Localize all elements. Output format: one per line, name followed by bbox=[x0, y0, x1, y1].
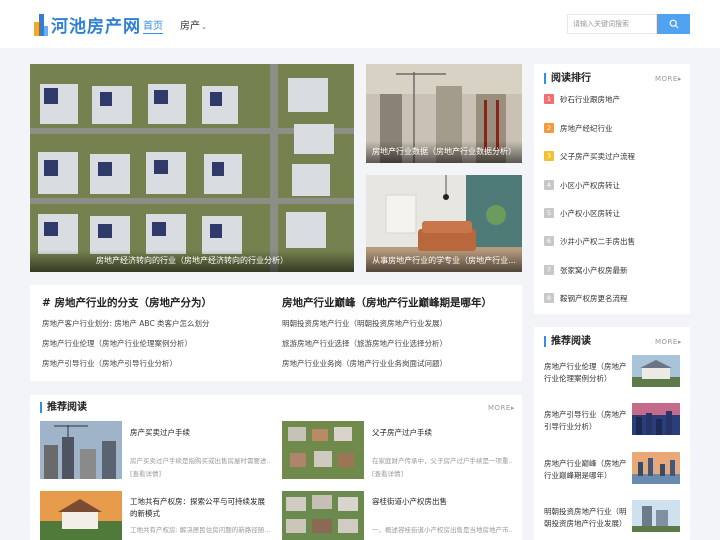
featured-desc-3: 工地共有产权房: 解决居民住房问题的新路径随... bbox=[130, 526, 270, 534]
chevron-right-icon: ▸ bbox=[510, 404, 515, 412]
featured-desc-4: 一、概述容桂街道小产权房出售是当地房地产市... bbox=[372, 526, 512, 534]
featured-title-4[interactable]: 容桂街道小产权房出售 bbox=[372, 496, 512, 508]
ranking-more-link[interactable]: MORE▸ bbox=[655, 75, 682, 83]
nav-realty-label: 房产 bbox=[180, 21, 200, 32]
rank-label: 小产权小区房转让 bbox=[560, 208, 620, 218]
recommend-item-label[interactable]: 房地产行业巅峰（房地产行业巅峰期是哪年） bbox=[544, 458, 630, 482]
ranking-item[interactable]: 8 鞍钢产权房更名流程 bbox=[544, 292, 628, 304]
rank-number: 8 bbox=[544, 293, 554, 303]
ranking-item[interactable]: 2 房地产经纪行业 bbox=[544, 122, 613, 134]
rank-label: 张家窝小产权房最新 bbox=[560, 265, 628, 275]
recommend-thumb-3[interactable] bbox=[632, 452, 680, 484]
right-column-item[interactable]: 旅游房地产行业选择（旅游房地产行业选择分析） bbox=[282, 338, 447, 349]
featured-image-house-sunset bbox=[40, 491, 122, 540]
hero-main-caption: 房地产经济转向的行业（房地产经济转向的行业分析） bbox=[30, 250, 354, 272]
site-header: 河池房产网 首页 房产⌄ bbox=[0, 0, 720, 48]
featured-image-neighborhood bbox=[282, 491, 364, 540]
recommend-thumb-1[interactable] bbox=[632, 355, 680, 387]
recommend-title: 推荐阅读 bbox=[544, 336, 591, 347]
ranking-title: 阅读排行 bbox=[544, 73, 591, 84]
ranking-item[interactable]: 5 小产权小区房转让 bbox=[544, 207, 620, 219]
logo-building-icon bbox=[34, 13, 48, 36]
featured-image-aerial-homes bbox=[282, 421, 364, 479]
featured-title-2[interactable]: 父子房产过户手续 bbox=[372, 427, 512, 439]
left-column-item[interactable]: 房地产行业伦理（房地产行业伦理案例分析） bbox=[42, 338, 192, 349]
nav-realty[interactable]: 房产⌄ bbox=[180, 17, 207, 32]
rank-label: 鞍钢产权房更名流程 bbox=[560, 293, 628, 303]
ranking-item[interactable]: 7 张家窝小产权房最新 bbox=[544, 264, 628, 276]
hero-main-slide[interactable]: 房地产经济转向的行业（房地产经济转向的行业分析） bbox=[30, 64, 354, 272]
recommend-image-city-night bbox=[632, 403, 680, 435]
rank-number: 5 bbox=[544, 208, 554, 218]
left-column-item[interactable]: 房地产引导行业（房地产引导行业分析） bbox=[42, 358, 177, 369]
rank-number: 3 bbox=[544, 151, 554, 161]
nav-home[interactable]: 首页 bbox=[143, 17, 163, 34]
rank-label: 小区小产权房转让 bbox=[560, 180, 620, 190]
featured-desc-1: 房产买卖过户手续是指购买或出售房屋时需要进... bbox=[130, 457, 270, 465]
featured-thumb-2[interactable] bbox=[282, 421, 364, 479]
recommend-item-label[interactable]: 明朝投资房地产行业（明朝投资房地产行业发展） bbox=[544, 506, 630, 530]
rank-number: 4 bbox=[544, 180, 554, 190]
featured-desc-2: 在家庭财产传承中，父子房产过户手续是一项重... bbox=[372, 457, 512, 465]
left-column-item[interactable]: 房地产客户行业划分: 房地产 ABC 类客户怎么划分 bbox=[42, 318, 210, 329]
recommend-more-label: MORE bbox=[655, 338, 678, 346]
rank-label: 沙井小产权二手房出售 bbox=[560, 236, 635, 246]
right-column-item[interactable]: 明朝投资房地产行业（明朝投资房地产行业发展） bbox=[282, 318, 447, 329]
featured-thumb-1[interactable] bbox=[40, 421, 122, 479]
rank-number: 1 bbox=[544, 94, 554, 104]
featured-section-title: 推荐阅读 bbox=[40, 402, 87, 413]
rank-label: 房地产经纪行业 bbox=[560, 123, 613, 133]
recommend-image-skyline bbox=[632, 452, 680, 484]
rank-number: 7 bbox=[544, 265, 554, 275]
hero-main-image bbox=[30, 64, 354, 272]
recommend-item-label[interactable]: 房地产引导行业（房地产引导行业分析） bbox=[544, 409, 630, 433]
hero-bottom-right-caption: 从事房地产行业的学专业（房地产行业... bbox=[366, 250, 522, 272]
ranking-item[interactable]: 3 父子房产买卖过户流程 bbox=[544, 150, 635, 162]
ranking-more-label: MORE bbox=[655, 75, 678, 83]
search-input[interactable] bbox=[567, 14, 657, 34]
recommend-item-label[interactable]: 房地产行业伦理（房地产行业伦理案例分析） bbox=[544, 361, 630, 385]
chevron-down-icon: ⌄ bbox=[201, 23, 207, 31]
featured-image-construction bbox=[40, 421, 122, 479]
chevron-right-icon: ▸ bbox=[677, 338, 682, 346]
site-logo[interactable]: 河池房产网 bbox=[34, 12, 141, 37]
recommend-thumb-2[interactable] bbox=[632, 403, 680, 435]
featured-thumb-4[interactable] bbox=[282, 491, 364, 540]
chevron-right-icon: ▸ bbox=[677, 75, 682, 83]
search-icon bbox=[669, 19, 678, 29]
featured-title-1[interactable]: 房产买卖过户手续 bbox=[130, 427, 270, 439]
rank-label: 父子房产买卖过户流程 bbox=[560, 151, 635, 161]
rank-label: 砂石行业跟房地产 bbox=[560, 94, 620, 104]
recommend-image-tower bbox=[632, 500, 680, 532]
rank-number: 6 bbox=[544, 236, 554, 246]
recommend-image-house bbox=[632, 355, 680, 387]
ranking-item[interactable]: 4 小区小产权房转让 bbox=[544, 179, 620, 191]
featured-more-label: MORE bbox=[488, 404, 511, 412]
left-column-title[interactable]: # 房地产行业的分支（房地产分为） bbox=[42, 295, 212, 310]
hero-top-right-slide[interactable]: 房地产行业数据（房地产行业数据分析） bbox=[366, 64, 522, 163]
rank-number: 2 bbox=[544, 123, 554, 133]
search-button[interactable] bbox=[657, 14, 690, 34]
featured-link-1[interactable]: [查看详情] bbox=[130, 468, 161, 478]
ranking-item[interactable]: 1 砂石行业跟房地产 bbox=[544, 93, 620, 105]
featured-thumb-3[interactable] bbox=[40, 491, 122, 540]
featured-title-3[interactable]: 工地共有产权房：探索公平与可持续发展的新模式 bbox=[130, 496, 270, 520]
recommend-thumb-4[interactable] bbox=[632, 500, 680, 532]
right-column-title[interactable]: 房地产行业巅峰（房地产行业巅峰期是哪年） bbox=[282, 295, 492, 310]
recommend-more-link[interactable]: MORE▸ bbox=[655, 338, 682, 346]
featured-more-link[interactable]: MORE▸ bbox=[488, 404, 515, 412]
featured-link-2[interactable]: [查看详情] bbox=[372, 468, 403, 478]
ranking-item[interactable]: 6 沙井小产权二手房出售 bbox=[544, 235, 635, 247]
right-column-item[interactable]: 房地产行业业务岗（房地产行业业务岗面试问题） bbox=[282, 358, 447, 369]
hero-bottom-right-slide[interactable]: 从事房地产行业的学专业（房地产行业... bbox=[366, 175, 522, 272]
hero-top-right-caption: 房地产行业数据（房地产行业数据分析） bbox=[366, 141, 522, 163]
logo-text: 河池房产网 bbox=[51, 17, 141, 37]
